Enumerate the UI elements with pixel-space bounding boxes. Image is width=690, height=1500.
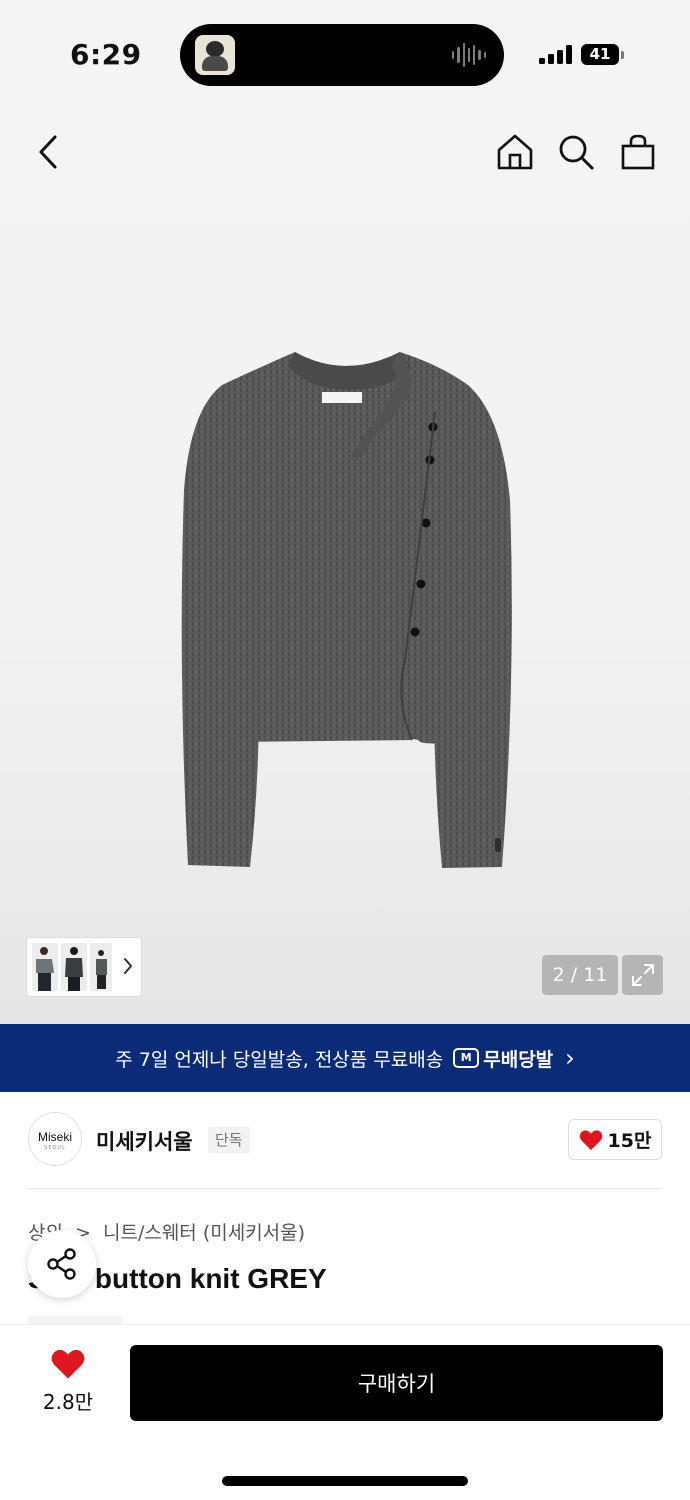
home-icon bbox=[497, 134, 533, 170]
thumbnail-image[interactable] bbox=[90, 943, 112, 991]
search-button[interactable] bbox=[554, 130, 598, 174]
search-icon bbox=[559, 135, 594, 170]
battery-icon: 41 bbox=[581, 44, 619, 65]
battery-cap bbox=[621, 51, 624, 59]
wishlist-button[interactable]: 2.8만 bbox=[30, 1348, 106, 1415]
brand-logo-subtext: SEOUL bbox=[44, 1145, 66, 1151]
chevron-right-icon: › bbox=[565, 1044, 575, 1072]
expand-icon bbox=[631, 964, 654, 986]
promo-text: 주 7일 언제나 당일발송, 전상품 무료배송 bbox=[115, 1048, 444, 1071]
brand-like-button[interactable]: 15만 bbox=[568, 1119, 662, 1160]
heart-icon bbox=[579, 1129, 602, 1150]
now-playing-artwork bbox=[195, 35, 235, 75]
cart-button[interactable] bbox=[616, 130, 660, 174]
breadcrumb-subcategory[interactable]: 니트/스웨터 (미세키서울) bbox=[103, 1222, 305, 1244]
home-button[interactable] bbox=[493, 130, 537, 174]
expand-button[interactable] bbox=[622, 955, 663, 995]
wishlist-count: 2.8만 bbox=[42, 1390, 94, 1414]
thumbnail-strip[interactable] bbox=[27, 938, 141, 996]
share-button[interactable] bbox=[28, 1230, 96, 1298]
thumbnail-image[interactable] bbox=[32, 943, 58, 991]
back-button[interactable] bbox=[26, 130, 70, 174]
heart-icon bbox=[51, 1349, 85, 1379]
exclusive-badge: 단독 bbox=[208, 1127, 250, 1153]
promo-badge: M 무배당발 bbox=[453, 1045, 553, 1072]
brand-logo[interactable]: Miseki SEOUL bbox=[28, 1112, 82, 1166]
brand-like-count: 15만 bbox=[607, 1130, 652, 1152]
promo-badge-label: 무배당발 bbox=[483, 1048, 554, 1071]
audio-waveform-icon bbox=[452, 40, 486, 70]
shopping-bag-icon bbox=[621, 134, 655, 170]
status-time: 6:29 bbox=[70, 38, 142, 71]
dynamic-island bbox=[180, 24, 504, 86]
delivery-truck-icon: M bbox=[453, 1048, 480, 1068]
section-divider bbox=[28, 1188, 662, 1189]
product-image-gallery[interactable]: 6:29 41 2 / 11 bbox=[0, 0, 690, 1024]
product-main-image bbox=[181, 352, 512, 868]
free-shipping-banner[interactable]: 주 7일 언제나 당일발송, 전상품 무료배송 M 무배당발 › bbox=[0, 1024, 690, 1092]
cellular-signal-icon bbox=[539, 44, 572, 64]
buy-button[interactable]: 구매하기 bbox=[130, 1345, 663, 1421]
thumbnail-image[interactable] bbox=[61, 943, 87, 991]
brand-name[interactable]: 미세키서울 bbox=[96, 1126, 193, 1156]
share-icon bbox=[47, 1248, 76, 1280]
home-indicator[interactable] bbox=[222, 1476, 468, 1486]
brand-logo-text: Miseki bbox=[37, 1130, 72, 1144]
chevron-left-icon bbox=[39, 135, 57, 169]
chevron-right-icon bbox=[124, 958, 133, 974]
image-counter: 2 / 11 bbox=[542, 955, 618, 995]
